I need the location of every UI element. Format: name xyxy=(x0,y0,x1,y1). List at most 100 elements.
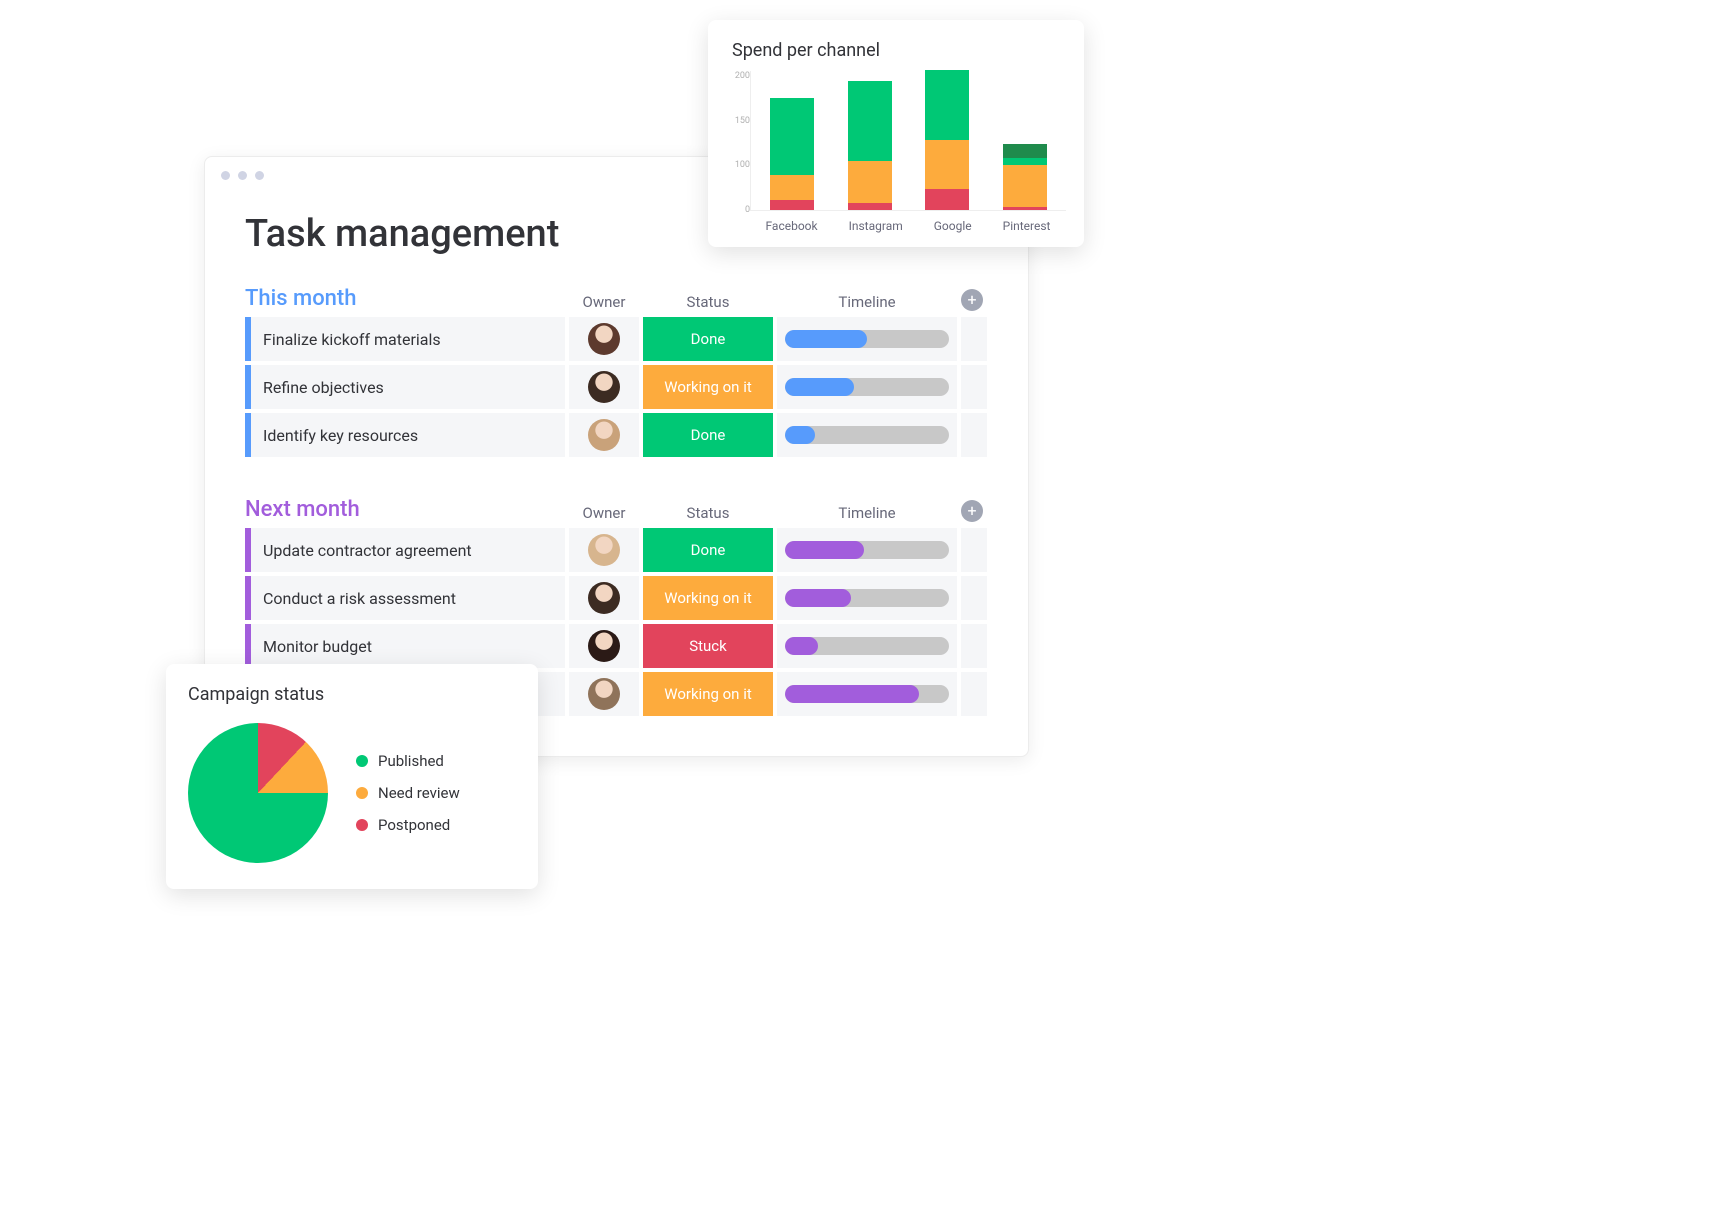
bar-segment xyxy=(848,161,892,203)
group-header: Next monthOwnerStatusTimeline+ xyxy=(245,497,994,528)
status-cell[interactable]: Stuck xyxy=(643,624,773,668)
avatar xyxy=(588,582,620,614)
window-dot xyxy=(221,171,230,180)
timeline-fill xyxy=(785,637,818,655)
column-header-owner: Owner xyxy=(569,504,639,522)
bar-segment xyxy=(1003,207,1047,211)
group-title[interactable]: This month xyxy=(245,286,565,311)
timeline-cell[interactable] xyxy=(777,528,957,572)
bar-label: Google xyxy=(934,219,972,233)
owner-cell[interactable] xyxy=(569,413,639,457)
status-cell[interactable]: Done xyxy=(643,528,773,572)
spend-per-channel-card: Spend per channel 2001501000 FacebookIns… xyxy=(708,20,1084,247)
task-rows: Finalize kickoff materialsDoneRefine obj… xyxy=(245,317,994,457)
status-label: Done xyxy=(691,426,726,444)
timeline-fill xyxy=(785,685,919,703)
task-name: Conduct a risk assessment xyxy=(263,589,456,608)
task-name-cell[interactable]: Update contractor agreement xyxy=(245,528,565,572)
row-tail xyxy=(961,576,987,620)
campaign-status-card: Campaign status PublishedNeed reviewPost… xyxy=(166,664,538,889)
bar-segment xyxy=(925,189,969,210)
task-name: Monitor budget xyxy=(263,637,372,656)
legend-item: Published xyxy=(356,752,460,770)
status-cell[interactable]: Done xyxy=(643,413,773,457)
bar-segment xyxy=(770,175,814,200)
task-name-cell[interactable]: Conduct a risk assessment xyxy=(245,576,565,620)
spend-y-axis: 2001501000 xyxy=(722,71,750,233)
group-accent-bar xyxy=(245,317,251,361)
owner-cell[interactable] xyxy=(569,672,639,716)
bar-column[interactable] xyxy=(770,98,814,210)
task-name: Update contractor agreement xyxy=(263,541,472,560)
owner-cell[interactable] xyxy=(569,576,639,620)
task-row[interactable]: Refine objectives Working on it xyxy=(245,365,994,409)
bar-segment xyxy=(925,140,969,189)
group-accent-bar xyxy=(245,528,251,572)
task-name-cell[interactable]: Identify key resources xyxy=(245,413,565,457)
task-name-cell[interactable]: Refine objectives xyxy=(245,365,565,409)
timeline-fill xyxy=(785,330,867,348)
group-accent-bar xyxy=(245,365,251,409)
task-name: Identify key resources xyxy=(263,426,418,445)
window-dot xyxy=(255,171,264,180)
timeline-cell[interactable] xyxy=(777,672,957,716)
task-row[interactable]: Identify key resources Done xyxy=(245,413,994,457)
bar-column[interactable] xyxy=(925,70,969,210)
timeline-cell[interactable] xyxy=(777,624,957,668)
owner-cell[interactable] xyxy=(569,365,639,409)
row-tail xyxy=(961,365,987,409)
add-column-button[interactable]: + xyxy=(961,289,983,311)
row-tail xyxy=(961,413,987,457)
timeline-cell[interactable] xyxy=(777,576,957,620)
bar-segment xyxy=(770,200,814,211)
status-cell[interactable]: Working on it xyxy=(643,365,773,409)
group-accent-bar xyxy=(245,576,251,620)
status-label: Done xyxy=(691,541,726,559)
bar-column[interactable] xyxy=(1003,144,1047,211)
task-row[interactable]: Finalize kickoff materials Done xyxy=(245,317,994,361)
bar-label: Pinterest xyxy=(1003,219,1051,233)
timeline-cell[interactable] xyxy=(777,365,957,409)
status-label: Working on it xyxy=(664,378,752,396)
owner-cell[interactable] xyxy=(569,317,639,361)
task-group: This monthOwnerStatusTimeline+Finalize k… xyxy=(205,286,1028,457)
bar-segment xyxy=(1003,144,1047,158)
group-accent-bar xyxy=(245,624,251,668)
timeline-track xyxy=(785,330,949,348)
spend-card-title: Spend per channel xyxy=(732,40,1066,61)
timeline-cell[interactable] xyxy=(777,317,957,361)
status-label: Stuck xyxy=(689,637,727,655)
avatar xyxy=(588,534,620,566)
owner-cell[interactable] xyxy=(569,624,639,668)
timeline-track xyxy=(785,589,949,607)
task-name: Refine objectives xyxy=(263,378,384,397)
campaign-card-title: Campaign status xyxy=(188,684,516,705)
owner-cell[interactable] xyxy=(569,528,639,572)
group-title[interactable]: Next month xyxy=(245,497,565,522)
column-header-owner: Owner xyxy=(569,293,639,311)
timeline-cell[interactable] xyxy=(777,413,957,457)
status-label: Working on it xyxy=(664,685,752,703)
row-tail xyxy=(961,672,987,716)
row-tail xyxy=(961,528,987,572)
legend-item: Postponed xyxy=(356,816,460,834)
timeline-track xyxy=(785,426,949,444)
add-column-button[interactable]: + xyxy=(961,500,983,522)
task-name-cell[interactable]: Finalize kickoff materials xyxy=(245,317,565,361)
timeline-fill xyxy=(785,426,815,444)
status-cell[interactable]: Done xyxy=(643,317,773,361)
status-cell[interactable]: Working on it xyxy=(643,576,773,620)
status-cell[interactable]: Working on it xyxy=(643,672,773,716)
legend-dot xyxy=(356,787,368,799)
campaign-pie-chart xyxy=(188,723,328,863)
avatar xyxy=(588,630,620,662)
task-name-cell[interactable]: Monitor budget xyxy=(245,624,565,668)
avatar xyxy=(588,371,620,403)
bar-segment xyxy=(1003,165,1047,207)
task-row[interactable]: Monitor budget Stuck xyxy=(245,624,994,668)
task-row[interactable]: Update contractor agreement Done xyxy=(245,528,994,572)
task-row[interactable]: Conduct a risk assessment Working on it xyxy=(245,576,994,620)
spend-x-labels: FacebookInstagramGooglePinterest xyxy=(750,219,1066,233)
spend-bar-chart: 2001501000 FacebookInstagramGooglePinter… xyxy=(722,71,1066,233)
bar-column[interactable] xyxy=(848,81,892,211)
